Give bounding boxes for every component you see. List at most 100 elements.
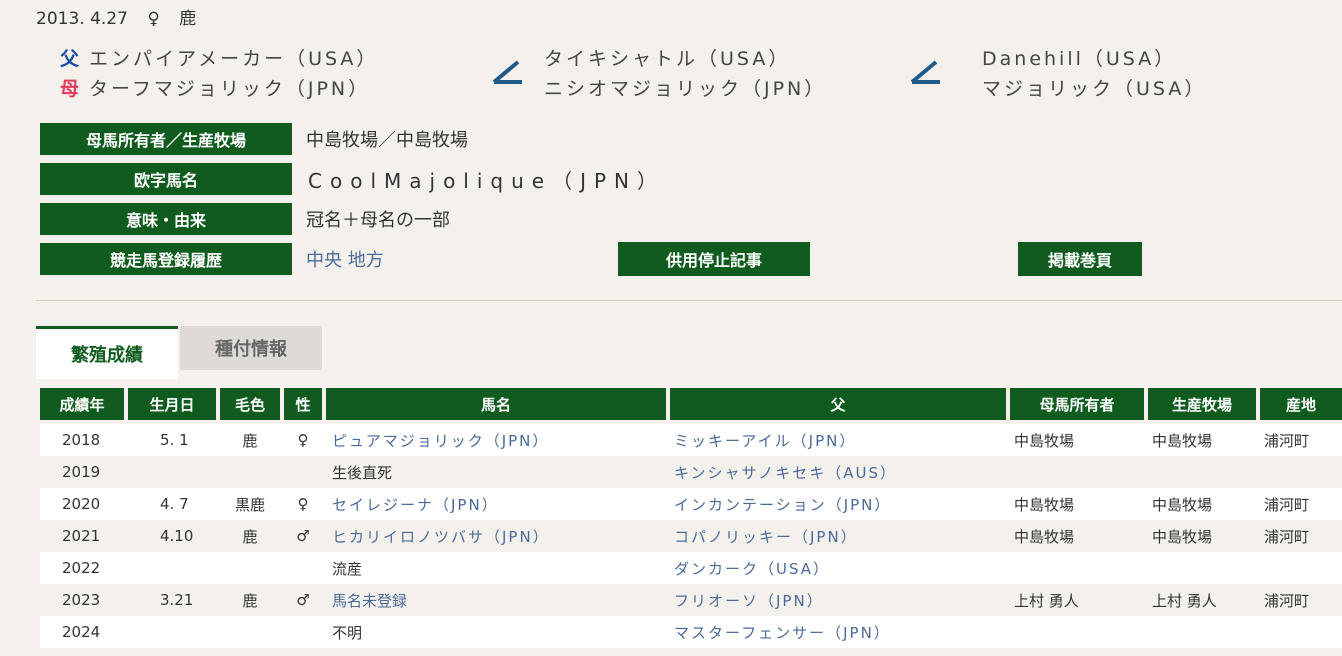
cell-sire[interactable]: インカンテーション（JPN） <box>674 488 891 520</box>
cell-color: 鹿 <box>242 431 258 450</box>
owner-value: 中島牧場／中島牧場 <box>306 130 468 151</box>
cell-horse-name: 生後直死 <box>332 463 393 482</box>
cell-sire[interactable]: フリオーソ（JPN） <box>674 584 824 616</box>
mother-name[interactable]: ターフマジョリック（JPN） <box>89 78 370 100</box>
header-year: 成績年 <box>40 388 124 420</box>
header-owner: 母馬所有者 <box>1010 388 1144 420</box>
cell-year: 2020 <box>62 495 101 513</box>
header-birthdate: 生月日 <box>128 388 216 420</box>
cell-color: 黒鹿 <box>234 495 265 514</box>
cell-farm: 中島牧場 <box>1152 527 1213 546</box>
cell-year: 2022 <box>62 559 101 577</box>
cell-birthdate: 4.10 <box>160 527 194 545</box>
pedigree-great-grandparents: Danehill（USA） マジョリック（USA） <box>982 44 1206 104</box>
cell-horse-name[interactable]: ピュアマジョリック（JPN） <box>332 424 549 456</box>
table-row: 2020 4. 7 黒鹿 ♀ セイレジーナ（JPN） インカンテーション（JPN… <box>40 488 1342 520</box>
table-row: 2019 生後直死 キンシャサノキセキ（AUS） <box>40 456 1342 488</box>
cell-birthdate: 5. 1 <box>160 431 189 449</box>
pedigree-grandparents: タイキシャトル（USA） ニシオマジョリック（JPN） <box>544 44 826 104</box>
cell-farm: 中島牧場 <box>1152 495 1213 514</box>
cell-owner: 上村 勇人 <box>1014 591 1079 610</box>
header-color: 毛色 <box>220 388 280 420</box>
cell-owner: 中島牧場 <box>1014 431 1075 450</box>
registration-history-links: 中央 地方 <box>306 246 384 272</box>
cell-horse-name[interactable]: 馬名未登録 <box>332 584 407 616</box>
cell-region: 浦河町 <box>1264 431 1310 450</box>
cell-horse-name: 流産 <box>332 559 363 578</box>
cell-sex: ♀ <box>297 495 309 513</box>
table-row: 2021 4.10 鹿 ♂ ヒカリイロノツバサ（JPN） コパノリッキー（JPN… <box>40 520 1342 552</box>
pedigree-connector-icon <box>492 60 522 84</box>
cell-color: 鹿 <box>242 527 258 546</box>
header-horse-name: 馬名 <box>326 388 666 420</box>
gen3-top[interactable]: Danehill（USA） <box>982 44 1206 74</box>
roman-name-row: 欧字馬名 CoolMajolique（JPN） <box>40 162 665 196</box>
cell-color <box>220 456 280 488</box>
cell-horse-name: 不明 <box>332 623 363 642</box>
local-link[interactable]: 地方 <box>348 250 384 271</box>
registration-history-row: 競走馬登録履歴 中央 地方 <box>40 242 384 276</box>
birth-date: 2013. 4.27 <box>36 9 128 29</box>
header-region: 産地 <box>1260 388 1342 420</box>
central-link[interactable]: 中央 <box>306 250 342 271</box>
cell-year: 2024 <box>62 623 101 641</box>
cell-sex: ♀ <box>297 431 309 449</box>
header-sex: 性 <box>284 388 322 420</box>
table-row: 2022 流産 ダンカーク（USA） <box>40 552 1342 584</box>
dam-sire[interactable]: ニシオマジョリック（JPN） <box>544 74 826 104</box>
owner-row: 母馬所有者／生産牧場 中島牧場／中島牧場 <box>40 122 468 156</box>
gen3-bottom[interactable]: マジョリック（USA） <box>982 74 1206 104</box>
stop-article-button[interactable]: 供用停止記事 <box>618 242 810 276</box>
cell-birthdate: 4. 7 <box>160 495 189 513</box>
cell-color <box>220 616 280 648</box>
cell-year: 2019 <box>62 463 101 481</box>
header-sire: 父 <box>670 388 1006 420</box>
sex-symbol: ♀ <box>147 9 160 29</box>
cell-sire[interactable]: マスターフェンサー（JPN） <box>674 616 891 648</box>
cell-sire[interactable]: キンシャサノキセキ（AUS） <box>674 456 897 488</box>
table-row: 2024 不明 マスターフェンサー（JPN） <box>40 616 1342 648</box>
meaning-row: 意味・由来 冠名＋母名の一部 <box>40 202 450 236</box>
father-symbol: 父 <box>60 48 80 70</box>
meaning-label: 意味・由来 <box>40 203 292 235</box>
cell-year: 2023 <box>62 591 101 609</box>
cell-sex <box>284 616 322 648</box>
registration-history-label: 競走馬登録履歴 <box>40 243 292 275</box>
cell-sex <box>284 552 322 584</box>
owner-label: 母馬所有者／生産牧場 <box>40 123 292 155</box>
coat-color: 鹿 <box>179 9 197 29</box>
roman-name-label: 欧字馬名 <box>40 163 292 195</box>
table-header: 成績年 生月日 毛色 性 馬名 父 母馬所有者 生産牧場 産地 <box>40 388 1342 420</box>
cell-birthdate: 3.21 <box>160 591 194 609</box>
pedigree: 父エンパイアメーカー（USA） 母ターフマジョリック（JPN） タイキシャトル（… <box>60 44 1320 104</box>
cell-sire[interactable]: コパノリッキー（JPN） <box>674 520 858 552</box>
tab-stud-info[interactable]: 種付情報 <box>180 326 322 370</box>
cell-region: 浦河町 <box>1264 495 1310 514</box>
volume-page-button[interactable]: 掲載巻頁 <box>1018 242 1142 276</box>
cell-horse-name[interactable]: ヒカリイロノツバサ（JPN） <box>332 520 550 552</box>
pedigree-connector-icon <box>910 60 940 84</box>
cell-region: 浦河町 <box>1264 591 1310 610</box>
cell-region: 浦河町 <box>1264 527 1310 546</box>
cell-sex: ♂ <box>296 591 310 609</box>
cell-year: 2018 <box>62 431 101 449</box>
cell-sire[interactable]: ミッキーアイル（JPN） <box>674 424 856 456</box>
cell-year: 2021 <box>62 527 101 545</box>
sire-sire[interactable]: タイキシャトル（USA） <box>544 44 826 74</box>
meaning-value: 冠名＋母名の一部 <box>306 210 450 231</box>
cell-horse-name[interactable]: セイレジーナ（JPN） <box>332 488 499 520</box>
cell-owner: 中島牧場 <box>1014 495 1075 514</box>
cell-sire[interactable]: ダンカーク（USA） <box>674 552 830 584</box>
cell-owner: 中島牧場 <box>1014 527 1075 546</box>
father-name[interactable]: エンパイアメーカー（USA） <box>89 48 378 70</box>
mother-symbol: 母 <box>60 78 80 100</box>
cell-farm: 中島牧場 <box>1152 431 1213 450</box>
tab-breeding-results[interactable]: 繁殖成績 <box>36 326 178 379</box>
roman-name-value: CoolMajolique（JPN） <box>308 168 666 193</box>
cell-sex: ♂ <box>296 527 310 545</box>
section-divider <box>36 300 1342 301</box>
table-row: 2023 3.21 鹿 ♂ 馬名未登録 フリオーソ（JPN） 上村 勇人 上村 … <box>40 584 1342 616</box>
cell-sex <box>284 456 322 488</box>
cell-color: 鹿 <box>242 591 258 610</box>
pedigree-parents: 父エンパイアメーカー（USA） 母ターフマジョリック（JPN） <box>60 44 378 104</box>
